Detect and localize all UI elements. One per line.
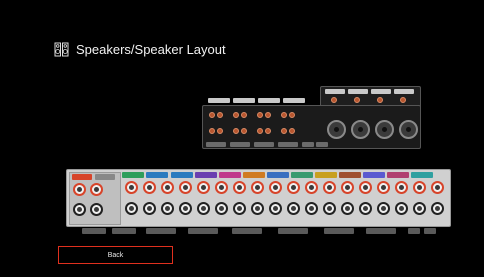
back-button[interactable]: Back [58,246,173,264]
page-title: Speakers/Speaker Layout [76,42,226,57]
speaker-layout-screen: Speakers/Speaker Layout Back [0,0,484,277]
speaker-pair-icon [54,42,69,57]
speaker-terminals-illustration [66,169,451,227]
pre-out-panel [202,98,421,149]
page-header: Speakers/Speaker Layout [54,42,226,57]
front-terminal-block [69,172,121,225]
